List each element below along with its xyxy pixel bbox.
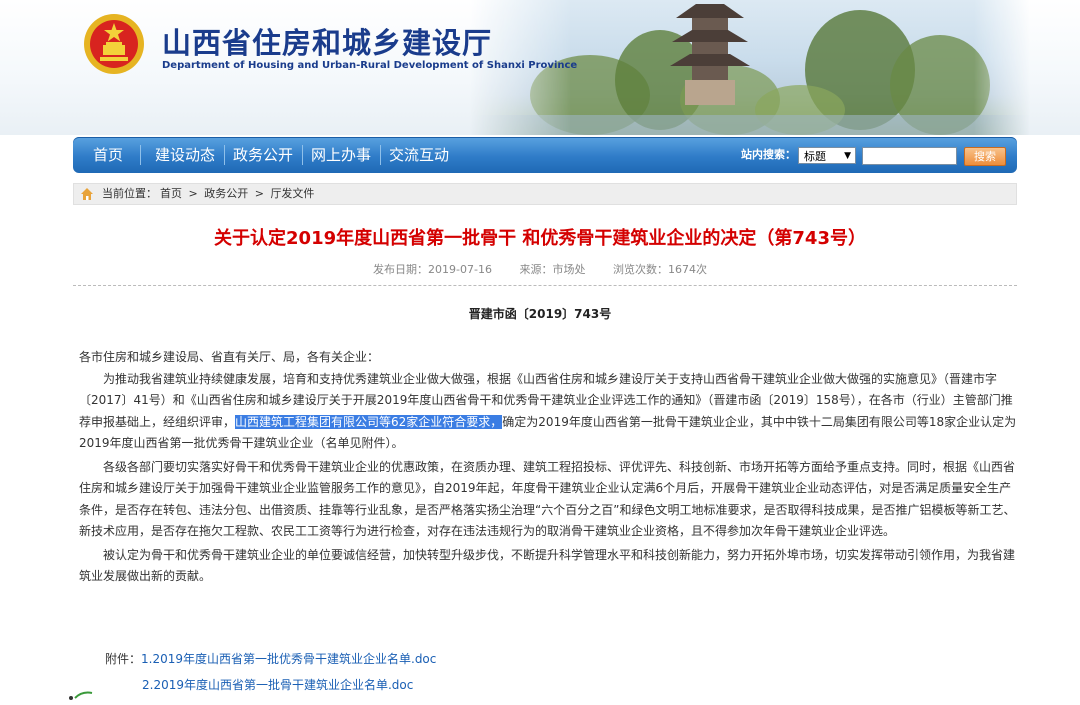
- nav-item-news[interactable]: 建设动态: [149, 137, 221, 173]
- article-body: 各市住房和城乡建设局、省直有关厅、局，各有关企业： 为推动我省建筑业持续健康发展…: [79, 347, 1019, 588]
- search-button[interactable]: 搜索: [964, 147, 1006, 166]
- site-title: 山西省住房和城乡建设厅: [162, 26, 493, 60]
- search-type-select[interactable]: 标题 ▼: [798, 147, 856, 164]
- national-emblem-icon: [84, 14, 144, 74]
- breadcrumb-separator: >: [254, 187, 264, 200]
- nav-item-home[interactable]: 首页: [87, 137, 129, 173]
- search-type-value: 标题: [804, 150, 826, 163]
- document-number: 晋建市函〔2019〕743号: [468, 307, 612, 321]
- attachment-link-1[interactable]: 1.2019年度山西省第一批优秀骨干建筑业企业名单.doc: [141, 652, 436, 666]
- nav-separator: [302, 145, 303, 165]
- breadcrumb-separator: >: [188, 187, 198, 200]
- nav-separator: [140, 145, 141, 165]
- sprout-icon: [69, 691, 93, 700]
- site-subtitle: Department of Housing and Urban-Rural De…: [162, 60, 578, 71]
- breadcrumb-prefix: 当前位置：: [102, 187, 157, 200]
- nav-separator: [380, 145, 381, 165]
- chevron-down-icon: ▼: [844, 151, 851, 161]
- breadcrumb-item-documents[interactable]: 厅发文件: [270, 187, 314, 200]
- paragraph-1: 为推动我省建筑业持续健康发展，培育和支持优秀建筑业企业做大做强，根据《山西省住房…: [79, 369, 1019, 455]
- article-meta: 发布日期：2019-07-16 来源：市场处 浏览次数：1674次: [0, 261, 1080, 277]
- salutation: 各市住房和城乡建设局、省直有关厅、局，各有关企业：: [79, 350, 380, 364]
- breadcrumb: 当前位置： 首页 > 政务公开 > 厅发文件: [73, 183, 1017, 205]
- view-count: 浏览次数：1674次: [612, 263, 707, 276]
- nav-separator: [224, 145, 225, 165]
- article-source: 来源：市场处: [519, 263, 586, 276]
- attachment-link-2[interactable]: 2.2019年度山西省第一批骨干建筑业企业名单.doc: [142, 678, 413, 692]
- breadcrumb-trail: 当前位置： 首页 > 政务公开 > 厅发文件: [102, 184, 317, 204]
- search-input[interactable]: [862, 147, 957, 165]
- selected-text-highlight: 山西建筑工程集团有限公司等62家企业符合要求，: [235, 414, 503, 429]
- nav-item-interaction[interactable]: 交流互动: [383, 137, 455, 173]
- home-icon: [81, 188, 93, 200]
- article-title: 关于认定2019年度山西省第一批骨干 和优秀骨干建筑业企业的决定（第743号）: [214, 228, 866, 249]
- paragraph-2: 各级各部门要切实落实好骨干和优秀骨干建筑业企业的优惠政策，在资质办理、建筑工程招…: [79, 459, 1016, 539]
- divider: [73, 285, 1017, 286]
- main-nav: 首页 建设动态 政务公开 网上办事 交流互动 站内搜索： 标题 ▼ 搜索: [73, 137, 1017, 173]
- nav-item-gov-affairs[interactable]: 政务公开: [227, 137, 299, 173]
- breadcrumb-item-gov-affairs[interactable]: 政务公开: [204, 187, 248, 200]
- paragraph-3: 被认定为骨干和优秀骨干建筑业企业的单位要诚信经营，加快转型升级步伐，不断提升科学…: [79, 547, 1016, 584]
- nav-item-online-service[interactable]: 网上办事: [305, 137, 377, 173]
- breadcrumb-item-home[interactable]: 首页: [160, 187, 182, 200]
- attachments-label: 附件：: [105, 652, 142, 666]
- search-label: 站内搜索：: [741, 148, 796, 161]
- header-banner: 山西省住房和城乡建设厅 Department of Housing and Ur…: [0, 0, 1080, 135]
- publish-date: 发布日期：2019-07-16: [373, 263, 492, 276]
- attachments: 附件：1.2019年度山西省第一批优秀骨干建筑业企业名单.doc 2.2019年…: [105, 646, 436, 698]
